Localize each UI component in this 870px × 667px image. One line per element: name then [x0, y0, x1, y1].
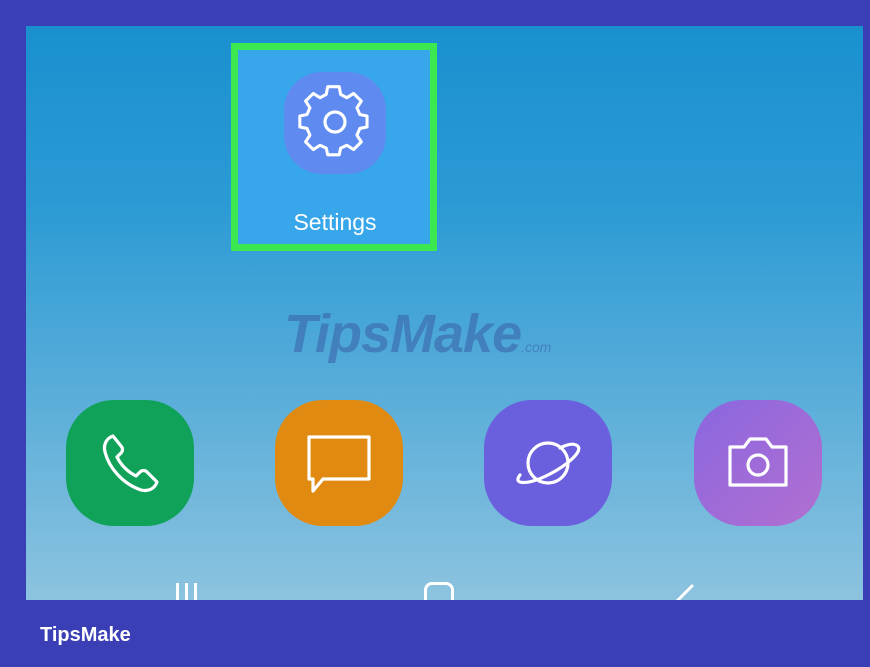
tipsmake-watermark: TipsMake.com [284, 303, 551, 365]
home-screen: Settings TipsMake.com [26, 26, 863, 600]
watermark-text: TipsMake [284, 304, 522, 364]
message-icon [307, 435, 371, 493]
gear-icon [298, 85, 369, 157]
settings-app-icon[interactable] [284, 72, 386, 174]
watermark-suffix: .com [521, 339, 552, 355]
camera-icon [728, 437, 788, 487]
navigation-bar [26, 574, 863, 600]
footer-bar: TipsMake [0, 600, 870, 667]
phone-icon [102, 434, 159, 493]
recent-apps-icon[interactable] [176, 583, 206, 600]
camera-app-icon[interactable] [694, 400, 822, 526]
footer-brand-text: TipsMake [40, 624, 131, 646]
back-icon[interactable] [666, 582, 696, 600]
settings-app-highlight[interactable]: Settings [231, 43, 437, 251]
planet-icon [516, 441, 581, 485]
home-icon[interactable] [424, 582, 454, 600]
messages-app-icon[interactable] [275, 400, 403, 526]
internet-app-icon[interactable] [484, 400, 612, 526]
settings-app-label: Settings [293, 209, 377, 235]
phone-app-icon[interactable] [66, 400, 194, 526]
